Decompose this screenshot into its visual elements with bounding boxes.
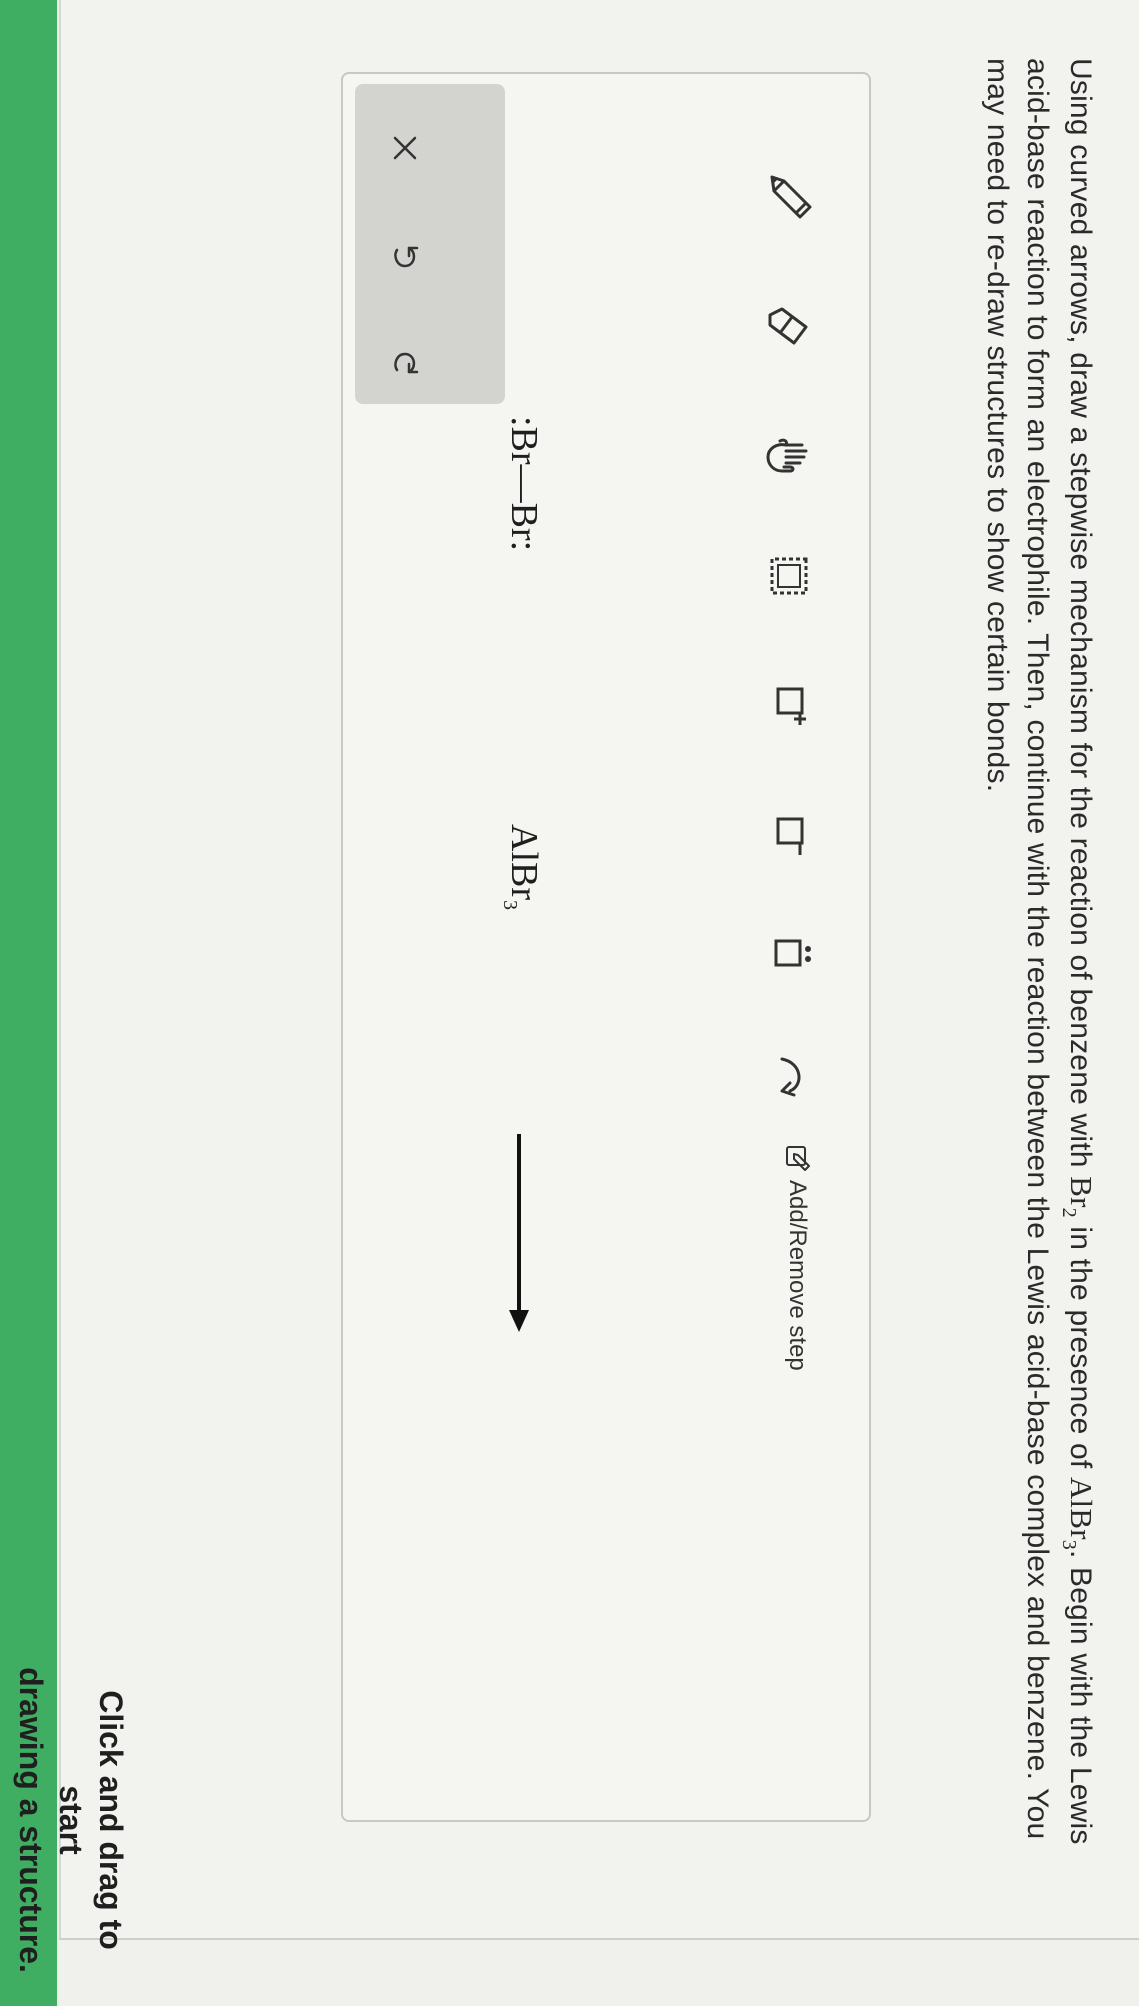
pencil-icon	[770, 175, 812, 219]
albr3-sub: 3	[1058, 1539, 1080, 1550]
reaction-arrow	[509, 1134, 529, 1332]
toolbar: Add/Remove step	[723, 74, 869, 1820]
square-plus-icon	[776, 687, 806, 725]
selection-tool[interactable]	[757, 544, 821, 608]
hand-icon	[766, 438, 808, 473]
question-part-1: Using curved arrows, draw a stepwise mec…	[1064, 58, 1097, 1177]
positive-charge-tool[interactable]	[757, 674, 821, 738]
br-atom-right: Br:	[503, 502, 545, 552]
question-text: Using curved arrows, draw a stepwise mec…	[977, 58, 1101, 1898]
br-atom-left: :Br	[503, 416, 545, 465]
pencil-tool[interactable]	[757, 164, 821, 228]
eraser-icon	[768, 307, 808, 345]
question-card: Using curved arrows, draw a stepwise mec…	[13, 0, 1139, 1973]
albr3-formula: AlBr3	[1058, 1476, 1099, 1550]
br-br-bond: —	[503, 464, 545, 503]
hand-tool[interactable]	[757, 424, 821, 488]
eraser-tool[interactable]	[757, 294, 821, 358]
square-lone-pair-icon	[774, 939, 811, 967]
albr3-structure: AlBr3	[499, 824, 545, 910]
hint-line-1: Click and drag to start	[53, 1690, 129, 1950]
page-stage: Using curved arrows, draw a stepwise mec…	[0, 0, 1139, 2006]
br2-main: Br	[1064, 1176, 1099, 1208]
add-remove-step-label: Add/Remove step	[784, 1180, 811, 1371]
question-part-2: in the presence of	[1064, 1217, 1097, 1477]
negative-charge-tool[interactable]	[757, 804, 821, 868]
drawing-area[interactable]: :Br—Br: AlBr3	[341, 74, 719, 1820]
edit-icon	[786, 1146, 810, 1171]
br2-sub: 2	[1058, 1207, 1080, 1218]
drawing-canvas[interactable]: Add/Remove step:Br—Br: AlBr3	[341, 72, 871, 1822]
albr3-structure-sub: 3	[499, 900, 521, 910]
add-remove-step-button[interactable]: Add/Remove step	[783, 1144, 811, 1371]
drawing-hint: Click and drag to start drawing a struct…	[11, 1660, 131, 1980]
br2-structure: :Br—Br:	[503, 416, 545, 552]
albr3-main: AlBr	[1064, 1476, 1099, 1540]
albr3-structure-main: AlBr	[503, 824, 545, 900]
curved-arrow-icon	[780, 1057, 801, 1097]
br2-formula: Br2	[1058, 1176, 1099, 1218]
dashed-select-icon	[770, 557, 808, 595]
curved-arrow-tool[interactable]	[757, 1044, 821, 1108]
square-minus-icon	[776, 817, 804, 855]
hint-line-2: drawing a structure.	[13, 1667, 49, 1973]
lone-pair-tool[interactable]	[757, 924, 821, 988]
page-frame: Using curved arrows, draw a stepwise mec…	[13, 0, 1139, 2006]
